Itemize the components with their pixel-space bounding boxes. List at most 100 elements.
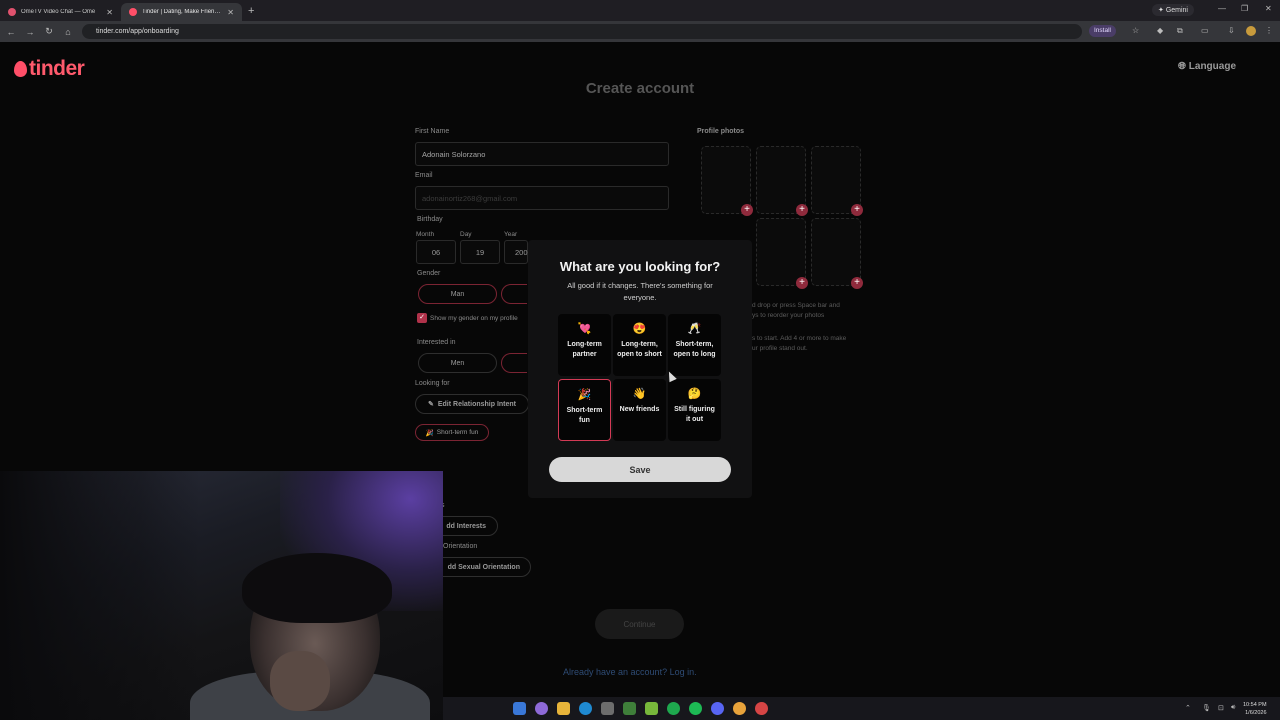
network-icon[interactable]: ⊡ xyxy=(1218,704,1224,712)
home-icon[interactable]: ⌂ xyxy=(60,27,76,37)
minimize-icon[interactable]: — xyxy=(1218,4,1226,13)
clock-time: 10:54 PM xyxy=(1243,702,1267,708)
gender-man-label: Man xyxy=(450,290,465,298)
option-label: Long-term, open to short xyxy=(617,341,662,358)
edit-relationship-intent-button[interactable]: ✎ Edit Relationship Intent xyxy=(415,394,529,414)
add-photo-icon[interactable]: + xyxy=(851,204,863,216)
continue-button[interactable]: Continue xyxy=(595,609,684,639)
bookmark-star-icon[interactable]: ☆ xyxy=(1132,26,1139,35)
start-icon[interactable] xyxy=(513,702,526,715)
pencil-icon: ✎ xyxy=(427,401,434,408)
back-icon[interactable]: ← xyxy=(3,27,19,37)
month-field[interactable]: 06 xyxy=(416,240,456,264)
volume-icon[interactable]: 🔊︎ xyxy=(1231,704,1235,712)
orientation-label: Orientation xyxy=(443,543,478,550)
gender-man-button[interactable]: Man xyxy=(418,284,497,304)
interested-in-label: Interested in xyxy=(417,339,456,346)
champagne-icon: 🥂 xyxy=(687,323,702,335)
option-label: Short-term, open to long xyxy=(673,341,716,358)
new-tab-icon[interactable]: + xyxy=(248,5,254,17)
profile-avatar[interactable] xyxy=(1246,26,1256,36)
gender-woman-button[interactable] xyxy=(501,284,527,304)
first-name-label: First Name xyxy=(415,128,450,135)
interested-men-button[interactable]: Men xyxy=(418,353,497,373)
day-label: Day xyxy=(460,231,472,238)
year-label: Year xyxy=(504,231,518,238)
close-window-icon[interactable]: ✕ xyxy=(1265,4,1272,13)
url-field[interactable]: tinder.com/app/onboarding xyxy=(82,24,1082,39)
chrome-icon[interactable] xyxy=(733,702,746,715)
option-long-term-open-to-short[interactable]: 😍 Long-term, open to short xyxy=(613,314,666,376)
tab-tinder[interactable]: Tinder | Dating, Make Friends & Meet New… xyxy=(121,3,242,21)
option-short-term-fun[interactable]: 🎉 Short-term fun xyxy=(558,379,611,441)
forward-icon[interactable]: → xyxy=(22,27,38,37)
save-button[interactable]: Save xyxy=(549,457,731,482)
add-photo-icon[interactable]: + xyxy=(741,204,753,216)
close-tab-icon[interactable]: ✕ xyxy=(227,8,234,17)
add-photo-icon[interactable]: + xyxy=(796,204,808,216)
tab-ometv[interactable]: OmeTV Video Chat — Ome ✕ xyxy=(0,3,121,21)
mic-icon[interactable]: 🎙︎ xyxy=(1202,704,1211,712)
edit-intent-label: Edit Relationship Intent xyxy=(437,400,517,408)
spotify-icon[interactable] xyxy=(689,702,702,715)
gemini-button[interactable]: ✦ Gemini xyxy=(1152,4,1194,16)
gender-label: Gender xyxy=(417,270,441,277)
birthday-label: Birthday xyxy=(417,216,443,223)
thinking-face-icon: 🤔 xyxy=(687,388,702,400)
login-link[interactable]: Already have an account? Log in. xyxy=(563,667,697,677)
first-name-value: Adonain Solorzano xyxy=(422,149,486,159)
option-new-friends[interactable]: 👋 New friends xyxy=(613,379,666,441)
relationship-intent-modal: What are you looking for? All good if it… xyxy=(528,240,752,498)
discord-icon[interactable] xyxy=(711,702,724,715)
chrome-alt-icon[interactable] xyxy=(755,702,768,715)
install-app-button[interactable]: Install xyxy=(1089,25,1116,37)
photo-slot[interactable] xyxy=(811,218,861,286)
year-field[interactable]: 200 xyxy=(504,240,528,264)
day-value: 19 xyxy=(475,247,485,257)
option-still-figuring-it-out[interactable]: 🤔 Still figuring it out xyxy=(668,379,721,441)
file-explorer-icon[interactable] xyxy=(557,702,570,715)
option-long-term-partner[interactable]: 💘 Long-term partner xyxy=(558,314,611,376)
gemini-label: Gemini xyxy=(1165,7,1188,14)
email-field[interactable]: adonainortiz268@gmail.com xyxy=(415,186,669,210)
intent-chip-label: Short-term fun xyxy=(436,429,479,436)
extension-icon[interactable]: ◆ xyxy=(1157,26,1163,35)
clock-date: 1/6/2026 xyxy=(1245,710,1267,716)
app-icon[interactable] xyxy=(623,702,636,715)
add-photo-icon[interactable]: + xyxy=(796,277,808,289)
taskbar-clock[interactable]: 10:54 PM 1/6/2026 xyxy=(1243,701,1267,717)
intent-chip[interactable]: 🎉 Short-term fun xyxy=(415,424,489,441)
tab-title: OmeTV Video Chat — Ome xyxy=(21,9,96,15)
person-hair xyxy=(242,553,392,623)
reload-icon[interactable]: ↻ xyxy=(41,26,57,37)
show-gender-checkbox[interactable]: ✓ xyxy=(417,313,427,323)
email-value: adonainortiz268@gmail.com xyxy=(422,193,518,203)
sidepanel-icon[interactable]: ▭ xyxy=(1201,26,1209,35)
logo-text: tinder xyxy=(29,57,85,80)
tray-chevron-icon[interactable]: ⌃ xyxy=(1185,704,1191,712)
tinder-logo[interactable]: tinder xyxy=(14,57,85,81)
edge-icon[interactable] xyxy=(579,702,592,715)
language-button[interactable]: 🌐︎ Language xyxy=(1178,61,1236,72)
xbox-icon[interactable] xyxy=(667,702,680,715)
install-label: Install xyxy=(1094,27,1111,34)
photo-slot[interactable] xyxy=(756,218,806,286)
downloads-icon[interactable]: ⇩ xyxy=(1228,26,1235,35)
restore-icon[interactable]: ❐ xyxy=(1241,4,1248,13)
nvidia-icon[interactable] xyxy=(645,702,658,715)
month-value: 06 xyxy=(431,247,441,257)
person-hand xyxy=(270,651,330,711)
option-short-term-open-to-long[interactable]: 🥂 Short-term, open to long xyxy=(668,314,721,376)
close-tab-icon[interactable]: ✕ xyxy=(106,8,113,17)
first-name-field[interactable]: Adonain Solorzano xyxy=(415,142,669,166)
puzzle-icon[interactable]: ⧉ xyxy=(1177,26,1183,36)
profile-photos-label: Profile photos xyxy=(697,128,745,135)
copilot-icon[interactable] xyxy=(535,702,548,715)
add-photo-icon[interactable]: + xyxy=(851,277,863,289)
show-gender-label: Show my gender on my profile xyxy=(430,315,518,322)
day-field[interactable]: 19 xyxy=(460,240,500,264)
interested-women-button[interactable] xyxy=(501,353,527,373)
store-icon[interactable] xyxy=(601,702,614,715)
menu-icon[interactable]: ⋮ xyxy=(1265,26,1273,35)
looking-for-label: Looking for xyxy=(415,380,450,387)
